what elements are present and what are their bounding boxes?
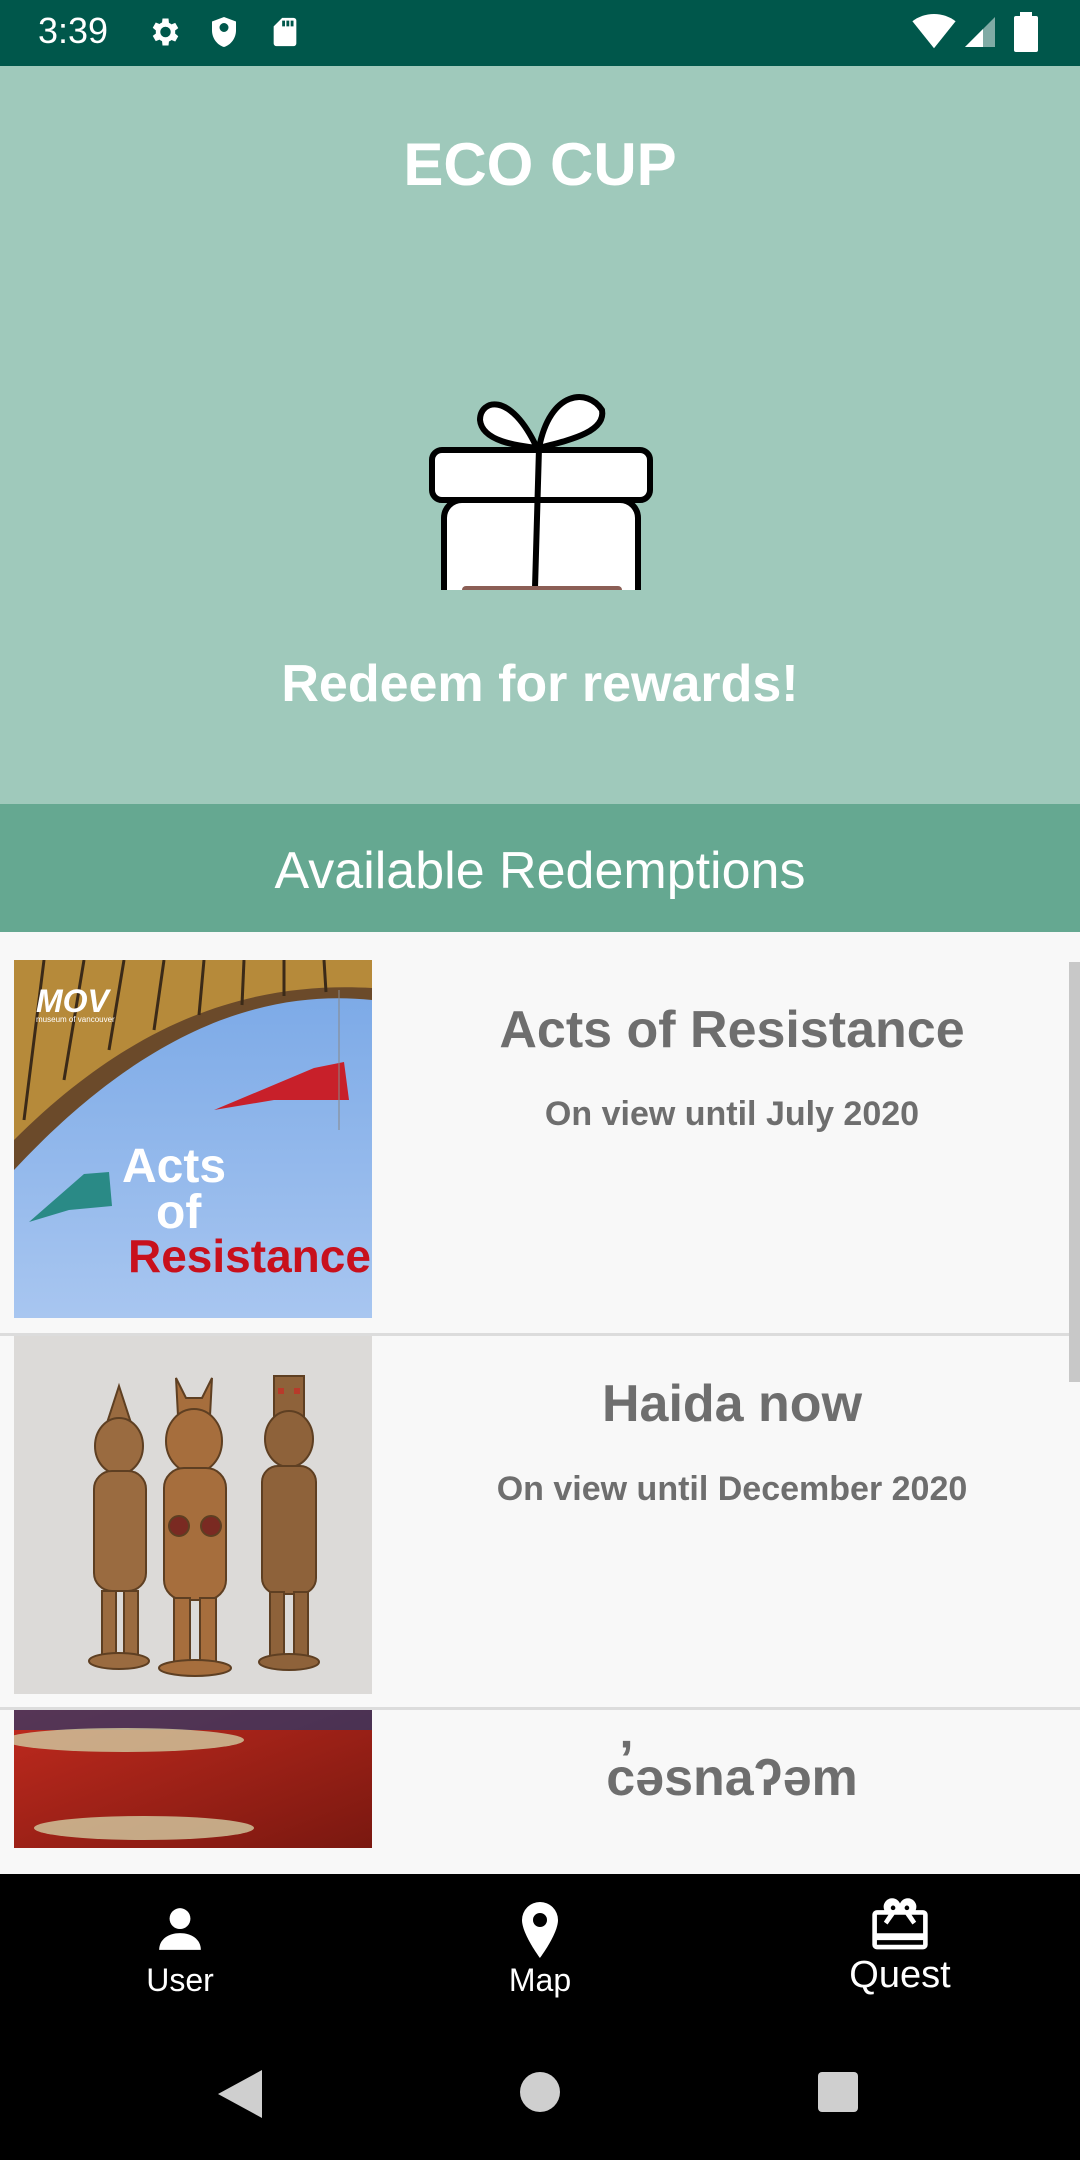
item-title: c̓əsnaʔəm — [606, 1749, 858, 1807]
list-item[interactable]: Haida now On view until December 2020 — [0, 1336, 1080, 1710]
status-time: 3:39 — [38, 10, 109, 51]
recents-icon[interactable] — [818, 2072, 858, 2112]
sd-card-icon — [273, 17, 297, 47]
list-item[interactable]: MOV museum of vancouver Acts of Resistan… — [0, 932, 1080, 1336]
person-icon — [159, 1908, 201, 1950]
signal-icon — [965, 17, 995, 47]
item-subtitle: On view until July 2020 — [544, 1095, 920, 1133]
nav-map[interactable]: Map — [360, 1874, 720, 1998]
gift-icon — [429, 394, 653, 590]
acts-of-resistance-image: MOV museum of vancouver Acts of Resistan… — [14, 960, 372, 1318]
system-navigation — [0, 1998, 1080, 2160]
item-image — [14, 1710, 372, 1848]
app-title: ECO CUP — [403, 131, 677, 198]
list-item[interactable]: c̓əsnaʔəm — [0, 1710, 1080, 1874]
gear-icon — [152, 18, 179, 46]
mov-logo: MOV — [36, 983, 112, 1019]
wifi-icon — [912, 14, 956, 49]
status-bar: 3:39 — [0, 0, 1080, 66]
nav-user-label: User — [146, 1962, 214, 1998]
back-icon[interactable] — [218, 2070, 262, 2118]
redeem-subtitle: Redeem for rewards! — [281, 655, 799, 713]
gift-card-icon — [872, 1898, 928, 1950]
list-scrollbar[interactable] — [1069, 962, 1080, 1382]
redemption-list[interactable]: MOV museum of vancouver Acts of Resistan… — [0, 932, 1080, 1874]
section-title: Available Redemptions — [274, 842, 806, 900]
item-subtitle: On view until December 2020 — [496, 1470, 968, 1508]
rewards-header: ECO CUP Redeem for rewards! — [0, 66, 1080, 804]
home-icon[interactable] — [520, 2072, 560, 2112]
mov-logo-sub: museum of vancouver — [36, 1015, 115, 1024]
nav-quest[interactable]: Quest — [720, 1874, 1080, 1998]
map-pin-icon — [522, 1902, 558, 1958]
battery-icon — [1014, 12, 1038, 52]
section-header: Available Redemptions — [0, 804, 1080, 932]
poster-text-line3: Resistance — [128, 1230, 371, 1282]
haida-now-image — [14, 1336, 372, 1694]
bottom-navigation: User Map Quest — [0, 1874, 1080, 1998]
nav-quest-label: Quest — [849, 1954, 951, 1996]
item-title: Haida now — [601, 1375, 863, 1433]
nav-map-label: Map — [508, 1962, 572, 1998]
shield-icon — [212, 17, 236, 47]
app-screen: 3:39 ECO CUP Redeem for rewards! Availab… — [0, 0, 1080, 2160]
item-title: Acts of Resistance — [499, 1001, 965, 1059]
nav-user[interactable]: User — [0, 1874, 360, 1998]
